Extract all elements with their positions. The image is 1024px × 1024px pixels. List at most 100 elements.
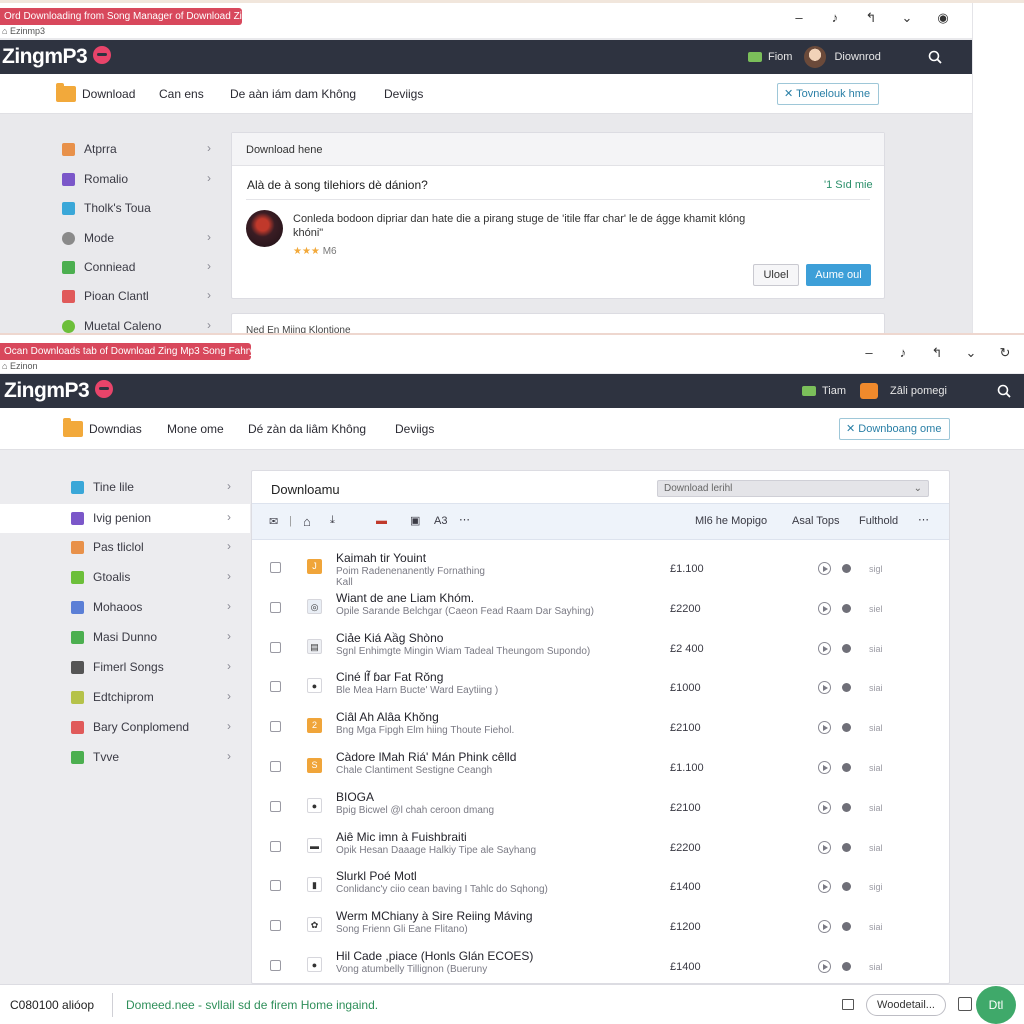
nav-download[interactable]: Download	[82, 74, 135, 114]
sidebar-item[interactable]: Pioan Clantl	[62, 282, 149, 310]
minimize-icon[interactable]: –	[792, 10, 806, 26]
row-action[interactable]: siel	[869, 604, 883, 614]
home-icon[interactable]: ⌂	[303, 514, 311, 529]
nav-item-2[interactable]: Mone ome	[167, 408, 224, 450]
sidebar-item[interactable]: Mode	[62, 224, 114, 252]
sidebar-item[interactable]: Romalio	[62, 165, 128, 193]
table-row[interactable]: ● Hil Cade ,piace (Honls Glán ECOES) Vong …	[252, 941, 949, 981]
more-icon[interactable]: ⋯	[918, 513, 929, 526]
play-icon[interactable]	[818, 601, 831, 615]
fab-button[interactable]: Dtl	[976, 986, 1016, 1024]
close-button[interactable]: Uloel	[753, 264, 799, 286]
song-title[interactable]: Aiê Mic imn à Fuishbraiti	[336, 830, 467, 844]
column-header[interactable]: Ml6 he Mopigo	[695, 515, 767, 527]
sidebar-item[interactable]: Muetal Caleno	[62, 312, 161, 335]
column-header[interactable]: Asal Tops	[792, 515, 840, 527]
row-action[interactable]: sial	[869, 962, 883, 972]
table-row[interactable]: S Càdore lMah Riá' Mán Phink cêlld Chale C…	[252, 742, 949, 782]
song-title[interactable]: Ciảe Kiá Aầg Shòno	[336, 631, 443, 645]
primary-button[interactable]: Aume oul	[806, 264, 871, 286]
row-checkbox[interactable]	[270, 721, 281, 733]
refresh-icon[interactable]: ↻	[998, 345, 1012, 361]
song-title[interactable]: Hil Cade ,piace (Honls Glán ECOES)	[336, 949, 533, 963]
sidebar-item[interactable]: Ivig penion	[71, 504, 151, 532]
row-checkbox[interactable]	[270, 920, 281, 932]
row-action[interactable]: siai	[869, 922, 883, 932]
app-logo[interactable]: ZingmP3	[4, 379, 114, 403]
app-logo[interactable]: ZingmP3	[2, 45, 112, 69]
music-icon[interactable]: ♪	[828, 10, 842, 26]
song-title[interactable]: Ciâl Ah Alâa Khǒng	[336, 710, 439, 724]
window-tab[interactable]: Ocan Downloads tab of Download Zing Mp3 …	[0, 343, 251, 360]
save-icon[interactable]	[958, 997, 972, 1011]
sidebar-item[interactable]: Tvve	[71, 743, 119, 771]
table-row[interactable]: ▮ Slurkl Poé Motl Conlidanc'y ciio cean ba…	[252, 861, 949, 901]
mail-icon[interactable]: ✉	[269, 515, 278, 528]
chevron-down-icon[interactable]: ⌄	[900, 10, 914, 26]
song-title[interactable]: Slurkl Poé Motl	[336, 869, 417, 883]
sidebar-item[interactable]: Fimerl Songs	[71, 653, 164, 681]
sidebar-item[interactable]: Bary Conplomend	[71, 713, 189, 741]
table-row[interactable]: ● BIOGA Bpig Bicwel @l chah ceroon dmang £2…	[252, 782, 949, 822]
row-checkbox[interactable]	[270, 761, 281, 772]
row-checkbox[interactable]	[270, 840, 281, 852]
play-icon[interactable]	[818, 562, 831, 575]
avatar[interactable]	[804, 46, 827, 68]
row-action[interactable]: sial	[869, 763, 883, 773]
card-link[interactable]: '1 Sıd mie	[824, 179, 873, 191]
row-action[interactable]: sial	[869, 843, 883, 853]
nav-downloads[interactable]: Downdias	[89, 408, 142, 450]
row-checkbox[interactable]	[270, 601, 281, 613]
music-icon[interactable]: ♪	[896, 345, 910, 361]
play-icon[interactable]	[818, 960, 831, 973]
search-icon[interactable]	[928, 50, 942, 64]
row-action[interactable]: sial	[869, 723, 883, 733]
sidebar-item[interactable]: Masi Dunno	[71, 623, 157, 651]
table-row[interactable]: 2 Ciâl Ah Alâa Khǒng Bng Mga Fipgh Elm hii…	[252, 702, 949, 742]
search-icon[interactable]	[997, 384, 1011, 398]
flag-icon[interactable]: ▬	[376, 515, 387, 527]
nav-item-2[interactable]: Can ens	[159, 74, 204, 114]
table-row[interactable]: J Kaimah tir Youint Poim Radenenanently Fo…	[252, 543, 949, 588]
row-checkbox[interactable]	[270, 800, 281, 812]
notification-icon[interactable]	[860, 383, 879, 399]
song-title[interactable]: Werm MChiany à Sire Reiing Máving	[336, 909, 533, 923]
table-row[interactable]: ▬ Aiê Mic imn à Fuishbraiti Opik Hesan Daa…	[252, 822, 949, 862]
song-title[interactable]: BIOGA	[336, 790, 374, 804]
row-checkbox[interactable]	[270, 681, 281, 693]
header-user-label[interactable]: Zâli pomegi	[890, 385, 947, 397]
nav-item-3[interactable]: De aàn iám dam Không	[230, 74, 356, 114]
song-title[interactable]: Kaimah tir Youint	[336, 551, 426, 565]
song-title[interactable]: Càdore lMah Riá' Mán Phink cêlld	[336, 750, 516, 764]
row-checkbox[interactable]	[270, 641, 281, 653]
song-title[interactable]: Wiant de ane Liam Khóm.	[336, 591, 474, 605]
window-icon[interactable]	[842, 999, 854, 1010]
column-header[interactable]: Fulthold	[859, 515, 898, 527]
sidebar-item[interactable]: Tholk's Toua	[62, 194, 151, 222]
sidebar-item[interactable]: Atprra	[62, 135, 117, 163]
table-row[interactable]: ◎ Wiant de ane Liam Khóm. Opile Sarande Be…	[252, 583, 949, 623]
play-icon[interactable]	[818, 920, 831, 934]
sidebar-item[interactable]: Pas tliclol	[71, 533, 144, 561]
sidebar-item[interactable]: Conniead	[62, 253, 135, 281]
sidebar-item[interactable]: Edtchiprom	[71, 683, 154, 711]
row-action[interactable]: sigi	[869, 882, 883, 892]
details-button[interactable]: Woodetail...	[866, 994, 946, 1016]
row-action[interactable]: sial	[869, 803, 883, 813]
row-action[interactable]: sigl	[869, 564, 883, 574]
row-action[interactable]: siai	[869, 644, 883, 654]
header-folder-label[interactable]: Fiom	[768, 51, 792, 63]
back-icon[interactable]: ↰	[930, 345, 944, 361]
more-icon[interactable]: ⋯	[459, 513, 470, 526]
table-row[interactable]: ✿ Werm MChiany à Sire Reiing Máving Song F…	[252, 901, 949, 941]
row-checkbox[interactable]	[270, 960, 281, 971]
play-icon[interactable]	[818, 721, 831, 735]
row-checkbox[interactable]	[270, 562, 281, 573]
play-icon[interactable]	[818, 800, 831, 814]
song-title[interactable]: Ciné lf̃ ɓar Fat Rǒng	[336, 670, 443, 684]
chevron-down-icon[interactable]: ⌄	[964, 345, 978, 361]
minimize-icon[interactable]: –	[862, 345, 876, 361]
play-icon[interactable]	[818, 641, 831, 655]
play-icon[interactable]	[818, 761, 831, 774]
download-home-button[interactable]: ✕ Tovnelouk hme	[777, 83, 880, 105]
